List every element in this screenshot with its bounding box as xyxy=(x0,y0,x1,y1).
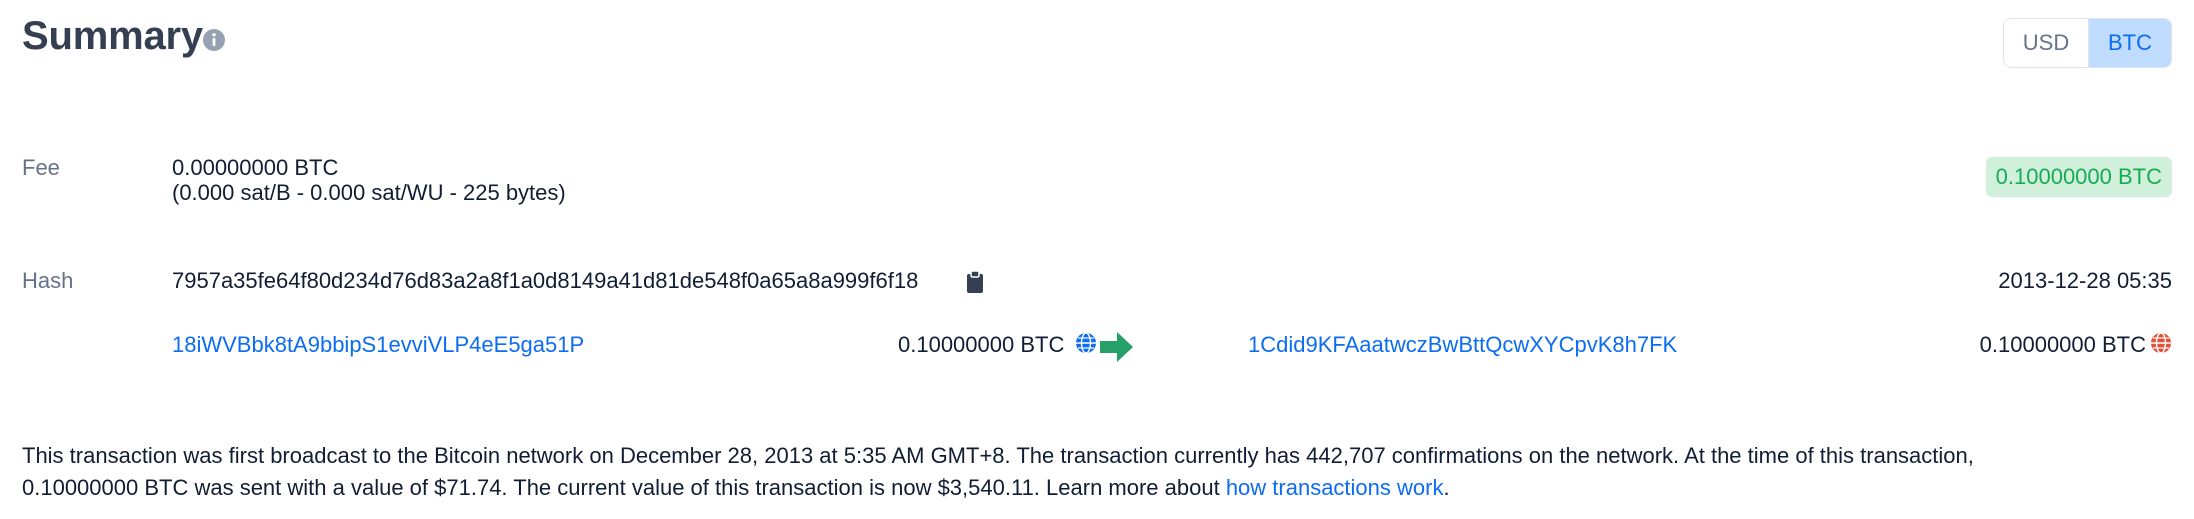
btc-toggle-button[interactable]: BTC xyxy=(2089,19,2171,67)
description-line-1: This transaction was first broadcast to … xyxy=(22,443,1974,468)
currency-toggle: USD BTC xyxy=(2003,18,2172,68)
description-line-2: 0.10000000 BTC was sent with a value of … xyxy=(22,472,2172,504)
transaction-hash: 7957a35fe64f80d234d76d83a2a8f1a0d8149a41… xyxy=(172,268,919,293)
description-text: 0.10000000 BTC was sent with a value of … xyxy=(22,475,1226,500)
description-end: . xyxy=(1443,475,1450,500)
clipboard-icon[interactable] xyxy=(966,270,984,294)
fee-amount: 0.00000000 BTC xyxy=(172,155,339,180)
total-amount-badge: 0.10000000 BTC xyxy=(1985,157,2172,197)
globe-icon[interactable] xyxy=(1075,332,1097,354)
output-amount: 0.10000000 BTC xyxy=(1979,332,2146,357)
input-address-link[interactable]: 18iWVBbk8tA9bbipS1evviVLP4eE5ga51P xyxy=(172,332,584,358)
globe-icon[interactable] xyxy=(2150,332,2172,354)
fee-label: Fee xyxy=(22,155,60,180)
hash-label: Hash xyxy=(22,268,74,293)
transaction-timestamp: 2013-12-28 05:35 xyxy=(1998,268,2172,293)
output-address-link[interactable]: 1Cdid9KFAaatwczBwBttQcwXYCpvK8h7FK xyxy=(1248,332,1677,358)
usd-toggle-button[interactable]: USD xyxy=(2004,19,2089,67)
how-transactions-work-link[interactable]: how transactions work xyxy=(1226,475,1444,500)
input-amount: 0.10000000 BTC xyxy=(898,332,1065,357)
page-title: Summary xyxy=(22,14,203,58)
info-icon[interactable] xyxy=(202,28,226,52)
transaction-description: This transaction was first broadcast to … xyxy=(22,440,2172,504)
fee-details: (0.000 sat/B - 0.000 sat/WU - 225 bytes) xyxy=(172,180,566,205)
arrow-right-icon xyxy=(1100,332,1133,362)
